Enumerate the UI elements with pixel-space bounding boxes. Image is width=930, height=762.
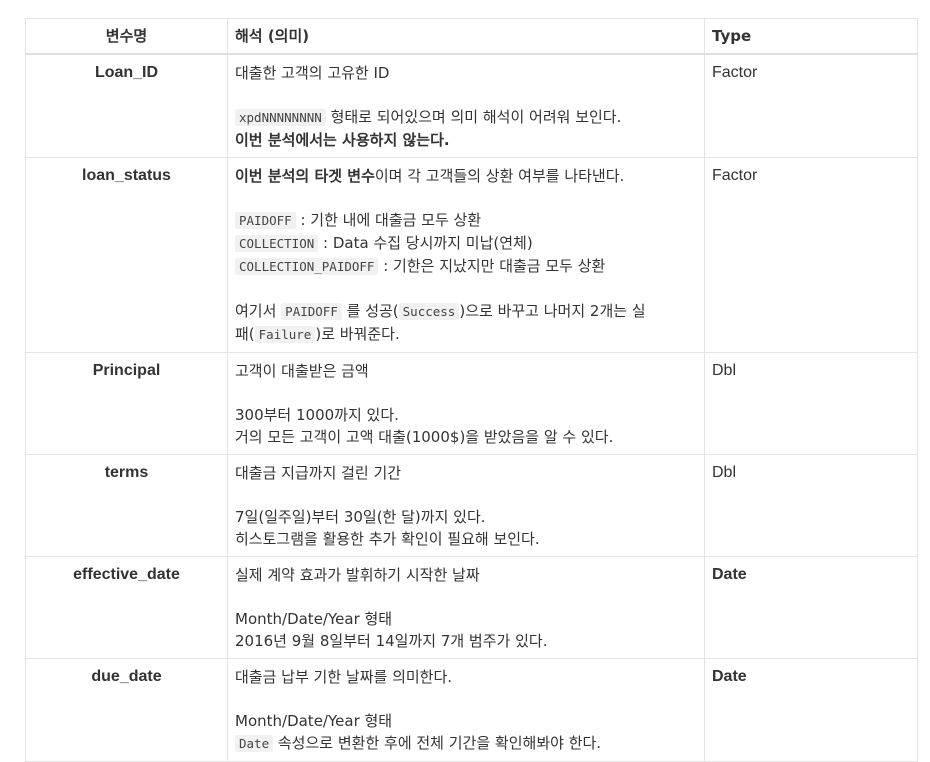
inline-code: Success — [398, 302, 460, 320]
variable-type: Dbl — [704, 351, 918, 455]
description-text: 패( — [235, 324, 255, 343]
description-line: 이번 분석에서는 사용하지 않는다. — [235, 129, 697, 151]
variable-name: terms — [25, 453, 228, 557]
description-text: 속성으로 변환한 후에 전체 기간을 확인해봐야 한다. — [273, 733, 602, 752]
description-bold-text: 이번 분석의 타겟 변수 — [235, 166, 375, 185]
description-line: 300부터 1000까지 있다. — [235, 405, 399, 424]
table-row: Loan_ID 대출한 고객의 고유한 ID xpdNNNNNNNN 형태로 되… — [25, 53, 918, 158]
inline-code: xpdNNNNNNNN — [235, 108, 326, 126]
header-variable-name: 변수명 — [25, 18, 228, 55]
description-line: Month/Date/Year 형태 — [235, 609, 393, 628]
table-row: Principal 고객이 대출받은 금액 300부터 1000까지 있다. 거… — [25, 351, 918, 455]
variable-type: Factor — [704, 156, 918, 353]
variable-name: loan_status — [25, 156, 228, 353]
description-line: Date 속성으로 변환한 후에 전체 기간을 확인해봐야 한다. — [235, 732, 697, 755]
table-row: due_date 대출금 납부 기한 날짜를 의미한다. Month/Date/… — [25, 657, 918, 762]
description-line: xpdNNNNNNNN 형태로 되어있으며 의미 해석이 어려워 보인다. — [235, 106, 697, 129]
description-line: 이번 분석의 타겟 변수이며 각 고객들의 상환 여부를 나타낸다. — [235, 165, 697, 187]
description-line: COLLECTION : Data 수집 당시까지 미납(연체) — [235, 232, 697, 255]
inline-code: COLLECTION_PAIDOFF — [235, 257, 379, 275]
description-bold-text: 이번 분석에서는 사용하지 않는다. — [235, 130, 450, 149]
variable-name: due_date — [25, 657, 228, 762]
description-line: COLLECTION_PAIDOFF : 기한은 지났지만 대출금 모두 상환 — [235, 255, 697, 278]
variable-description: 실제 계약 효과가 발휘하기 시작한 날짜 Month/Date/Year 형태… — [227, 555, 705, 659]
description-line: 대출금 지급까지 걸린 기간 — [235, 463, 402, 482]
description-text: 형태로 되어있으며 의미 해석이 어려워 보인다. — [325, 107, 622, 126]
description-text: : Data 수집 당시까지 미납(연체) — [318, 233, 533, 252]
variable-description: 대출금 지급까지 걸린 기간 7일(일주일)부터 30일(한 달)까지 있다. … — [227, 453, 705, 557]
variable-description: 대출금 납부 기한 날짜를 의미한다. Month/Date/Year 형태 D… — [227, 657, 705, 762]
table-row: loan_status 이번 분석의 타겟 변수이며 각 고객들의 상환 여부를… — [25, 156, 918, 353]
inline-code: PAIDOFF — [281, 302, 342, 320]
table-header-row: 변수명 해석 (의미) Type — [25, 18, 918, 55]
variable-type: Date — [704, 657, 918, 762]
description-line: 거의 모든 고객이 고액 대출(1000$)을 받았음을 알 수 있다. — [235, 427, 614, 446]
variable-name: Principal — [25, 351, 228, 455]
description-line: 패(Failure)로 바꿔준다. — [235, 323, 697, 346]
header-type: Type — [704, 18, 918, 55]
variable-table-container: 변수명 해석 (의미) Type Loan_ID 대출한 고객의 고유한 ID … — [25, 18, 918, 762]
variable-name: Loan_ID — [25, 53, 228, 158]
variable-type: Date — [704, 555, 918, 659]
description-line: 7일(일주일)부터 30일(한 달)까지 있다. — [235, 507, 486, 526]
description-text: 여기서 — [235, 301, 282, 320]
variable-name: effective_date — [25, 555, 228, 659]
inline-code: Failure — [254, 325, 316, 343]
description-text: )로 바꿔준다. — [315, 324, 400, 343]
description-text: : 기한 내에 대출금 모두 상환 — [295, 210, 482, 229]
table-row: effective_date 실제 계약 효과가 발휘하기 시작한 날짜 Mon… — [25, 555, 918, 659]
description-text: )으로 바꾸고 나머지 2개는 실 — [459, 301, 646, 320]
description-line: 2016년 9월 8일부터 14일까지 7개 범주가 있다. — [235, 631, 548, 650]
variable-description: 이번 분석의 타겟 변수이며 각 고객들의 상환 여부를 나타낸다. PAIDO… — [227, 156, 705, 353]
variable-description-table: 변수명 해석 (의미) Type Loan_ID 대출한 고객의 고유한 ID … — [25, 18, 918, 762]
description-line: 고객이 대출받은 금액 — [235, 361, 369, 380]
description-line: Month/Date/Year 형태 — [235, 711, 393, 730]
description-line: 여기서 PAIDOFF 를 성공(Success)으로 바꾸고 나머지 2개는 … — [235, 300, 697, 323]
variable-type: Dbl — [704, 453, 918, 557]
inline-code: COLLECTION — [235, 234, 319, 252]
description-line: PAIDOFF : 기한 내에 대출금 모두 상환 — [235, 209, 697, 232]
description-text: 이며 각 고객들의 상환 여부를 나타낸다. — [374, 166, 625, 185]
inline-code: Date — [235, 734, 274, 752]
description-line: 대출한 고객의 고유한 ID — [235, 63, 390, 82]
header-description: 해석 (의미) — [227, 18, 705, 55]
table-row: terms 대출금 지급까지 걸린 기간 7일(일주일)부터 30일(한 달)까… — [25, 453, 918, 557]
description-text: 를 성공( — [341, 301, 399, 320]
variable-description: 대출한 고객의 고유한 ID xpdNNNNNNNN 형태로 되어있으며 의미 … — [227, 53, 705, 158]
inline-code: PAIDOFF — [235, 211, 296, 229]
variable-type: Factor — [704, 53, 918, 158]
description-text: : 기한은 지났지만 대출금 모두 상환 — [378, 256, 606, 275]
description-line: 대출금 납부 기한 날짜를 의미한다. — [235, 667, 453, 686]
variable-description: 고객이 대출받은 금액 300부터 1000까지 있다. 거의 모든 고객이 고… — [227, 351, 705, 455]
description-line: 실제 계약 효과가 발휘하기 시작한 날짜 — [235, 565, 480, 584]
description-line: 히스토그램을 활용한 추가 확인이 필요해 보인다. — [235, 529, 540, 548]
